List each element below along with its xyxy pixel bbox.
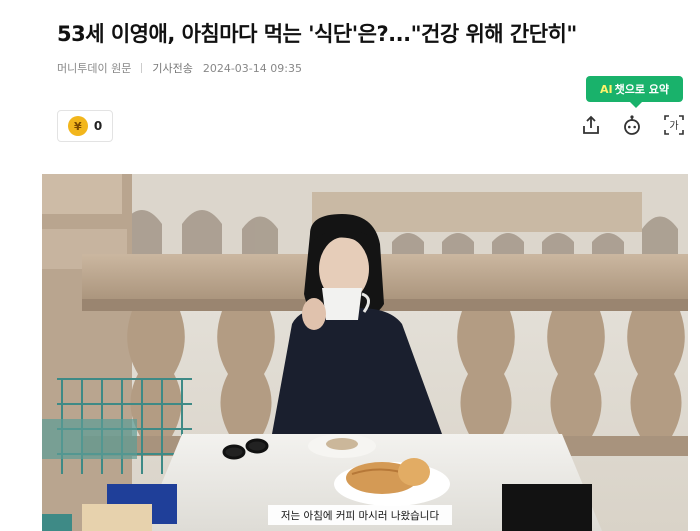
ai-summary-label: 챗으로 요약 [614, 83, 670, 96]
font-size-button[interactable]: 가 [661, 112, 687, 138]
ai-summary-button[interactable]: AI 챗으로 요약 [586, 76, 683, 108]
meta-divider [141, 63, 143, 73]
like-button[interactable]: ¥ 0 [57, 110, 113, 142]
font-size-icon: 가 [664, 115, 684, 135]
like-count: 0 [93, 119, 103, 133]
ai-label: AI [599, 82, 613, 96]
source-link[interactable]: 머니투데이 원문 [57, 60, 131, 76]
ai-bot-icon [624, 115, 640, 135]
share-button[interactable] [578, 112, 604, 138]
ai-bot-button[interactable] [619, 112, 645, 138]
article-meta: 머니투데이 원문 기사전송 2024-03-14 09:35 [57, 60, 302, 76]
photo-illustration [42, 174, 688, 531]
article-timestamp: 2024-03-14 09:35 [202, 61, 302, 75]
article-headline: 53세 이영애, 아침마다 먹는 '식단'은?..."건강 위해 간단히" [57, 22, 577, 46]
share-icon [583, 115, 599, 134]
article-photo: 저는 아침에 커피 마시러 나왔습니다 [42, 174, 688, 531]
like-icon: ¥ [67, 116, 88, 136]
font-size-label: 가 [669, 120, 678, 132]
photo-caption: 저는 아침에 커피 마시러 나왔습니다 [268, 505, 452, 525]
sent-label: 기사전송 [152, 62, 193, 75]
